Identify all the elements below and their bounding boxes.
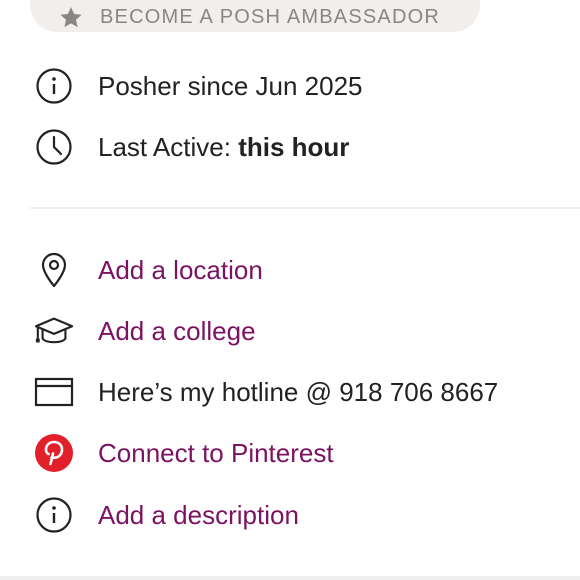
add-description-row[interactable]: Add a description <box>0 495 580 535</box>
pinterest-icon <box>34 433 74 473</box>
info-icon <box>34 66 74 106</box>
star-icon <box>60 7 82 28</box>
graduation-cap-icon <box>34 311 74 351</box>
last-active-prefix: Last Active: <box>98 132 239 162</box>
last-active-text: Last Active: this hour <box>98 127 349 167</box>
ambassador-label: BECOME A POSH AMBASSADOR <box>100 5 441 28</box>
hotline-row: Here’s my hotline @ 918 706 8667 <box>0 372 580 412</box>
posher-since-text: Posher since Jun 2025 <box>98 71 363 101</box>
connect-pinterest-link[interactable]: Connect to Pinterest <box>98 433 334 473</box>
hotline-text: Here’s my hotline @ 918 706 8667 <box>98 377 499 407</box>
bottom-divider <box>0 576 580 580</box>
add-location-link[interactable]: Add a location <box>98 250 263 290</box>
add-college-link[interactable]: Add a college <box>98 311 256 351</box>
add-location-row[interactable]: Add a location <box>0 250 580 290</box>
last-active-value: this hour <box>238 132 350 162</box>
section-divider <box>30 207 580 209</box>
add-college-row[interactable]: Add a college <box>0 311 580 351</box>
card-icon <box>34 372 74 412</box>
add-description-link[interactable]: Add a description <box>98 495 299 535</box>
pinterest-row[interactable]: Connect to Pinterest <box>0 433 580 473</box>
last-active-row: Last Active: this hour <box>0 127 580 167</box>
info-icon <box>34 495 74 535</box>
location-pin-icon <box>34 250 74 290</box>
clock-icon <box>34 127 74 167</box>
posher-since-row: Posher since Jun 2025 <box>0 66 580 106</box>
become-ambassador-button[interactable]: BECOME A POSH AMBASSADOR <box>30 0 480 32</box>
